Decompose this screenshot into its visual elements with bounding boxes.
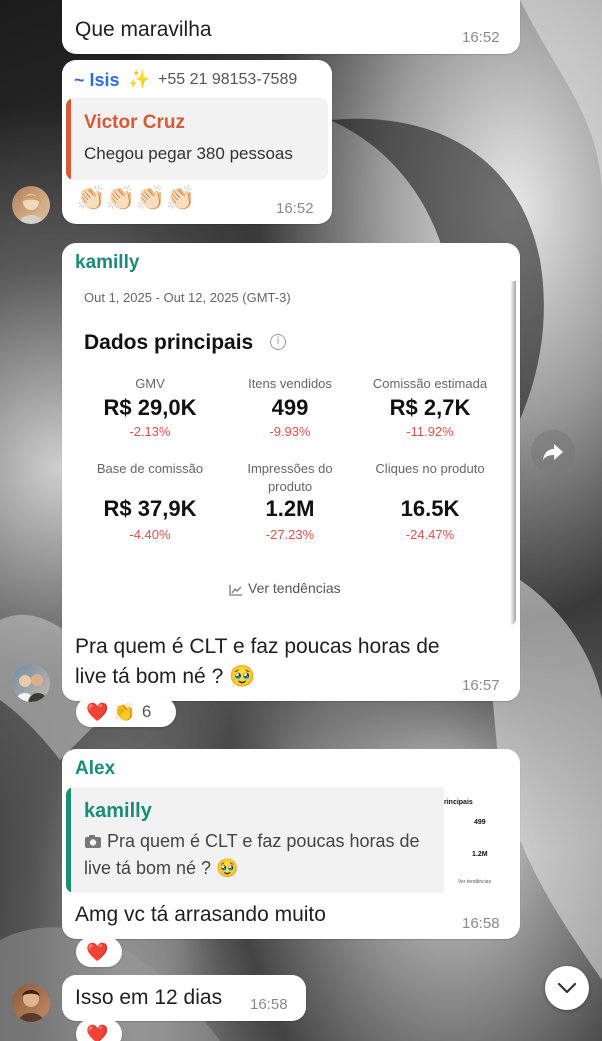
reaction-pill[interactable]: ❤️ 👏 6 bbox=[76, 697, 176, 727]
stat-label: Base de comissão bbox=[96, 461, 204, 476]
avatar-image bbox=[18, 990, 44, 1022]
stat-delta: -11.92% bbox=[406, 424, 454, 439]
message-time: 16:52 bbox=[276, 200, 314, 217]
stat-label: GMV bbox=[135, 376, 165, 391]
trend-link[interactable]: Ver tendências bbox=[248, 580, 341, 596]
message-time: 16:52 bbox=[462, 29, 500, 46]
message-bubble-m4[interactable]: Alex kamilly Pra quem é CLT e faz poucas… bbox=[62, 749, 520, 939]
avatar-image bbox=[19, 194, 43, 224]
quote-author: Victor Cruz bbox=[84, 112, 186, 133]
quote-text: Pra quem é CLT e faz poucas horas de bbox=[107, 831, 420, 851]
message-text: Pra quem é CLT e faz poucas horas de bbox=[75, 635, 440, 658]
quote-thumbnail: rincipais 499 1.2M Ver tendências bbox=[444, 787, 516, 893]
forward-button[interactable] bbox=[531, 430, 575, 474]
thumb-value: 499 bbox=[474, 819, 486, 826]
message-bubble-m2[interactable]: ~ Isis ✨ +55 21 98153-7589 Victor Cruz C… bbox=[62, 60, 332, 224]
sender-phone: +55 21 98153-7589 bbox=[158, 71, 298, 88]
message-text: Amg vc tá arrasando muito bbox=[75, 903, 326, 926]
message-text: 👏🏻👏🏻👏🏻👏🏻 bbox=[76, 185, 196, 212]
reaction-emojis: ❤️ 👏 bbox=[86, 701, 136, 722]
stat-delta: -27.23% bbox=[265, 527, 315, 542]
trend-chart-icon bbox=[229, 585, 242, 596]
quote-bar bbox=[66, 787, 71, 893]
message-text: Que maravilha bbox=[75, 18, 212, 41]
stat-value: R$ 37,9K bbox=[103, 496, 197, 521]
avatar[interactable] bbox=[12, 664, 50, 702]
date-range: Out 1, 2025 - Out 12, 2025 (GMT-3) bbox=[84, 290, 291, 305]
stat-label: Cliques no produto bbox=[375, 461, 485, 476]
stat-value: R$ 29,0K bbox=[103, 395, 197, 420]
stat-delta: -4.40% bbox=[129, 527, 171, 542]
quoted-message[interactable]: Victor Cruz Chegou pegar 380 pessoas bbox=[66, 98, 328, 180]
stat-value: 16.5K bbox=[400, 496, 460, 521]
stat-value: 499 bbox=[271, 395, 309, 420]
message-time: 16:58 bbox=[462, 915, 500, 932]
sparkles-emoji: ✨ bbox=[128, 69, 151, 89]
message-bubble-m5[interactable]: Isso em 12 dias 16:58 bbox=[62, 975, 306, 1021]
info-icon: i bbox=[270, 334, 286, 350]
stat-label: Impressões do produto bbox=[247, 461, 333, 494]
quote-author: kamilly bbox=[84, 800, 152, 822]
chevron-down-icon bbox=[557, 982, 577, 994]
quote-text: Chegou pegar 380 pessoas bbox=[84, 144, 293, 163]
forward-arrow-icon bbox=[543, 444, 563, 460]
scroll-down-button[interactable] bbox=[545, 966, 589, 1010]
quoted-message[interactable]: kamilly Pra quem é CLT e faz poucas hora… bbox=[66, 787, 516, 893]
message-time: 16:58 bbox=[250, 996, 288, 1013]
thumb-link: Ver tendências bbox=[458, 879, 492, 885]
reaction-pill[interactable]: ❤️ bbox=[76, 1019, 122, 1041]
message-bubble-m1[interactable]: Que maravilha 16:52 bbox=[62, 0, 520, 54]
stat-delta: -24.47% bbox=[405, 527, 455, 542]
stat-label: Comissão estimada bbox=[372, 376, 488, 391]
sender-name[interactable]: Alex bbox=[75, 758, 115, 780]
stat-delta: -9.93% bbox=[269, 424, 311, 439]
message-bubble-m3[interactable]: kamilly Out 1, 2025 - Out 12, 2025 (GMT-… bbox=[62, 243, 520, 701]
stat-value: R$ 2,7K bbox=[389, 395, 471, 420]
stat-label: Itens vendidos bbox=[248, 376, 332, 391]
dashboard-title: Dados principais bbox=[84, 331, 254, 354]
reaction-pill[interactable]: ❤️ bbox=[76, 937, 122, 967]
stat-value: 1.2M bbox=[265, 496, 315, 521]
message-text: Isso em 12 dias bbox=[75, 986, 223, 1009]
image-edge-shadow bbox=[510, 281, 516, 625]
sender-name[interactable]: kamilly bbox=[75, 252, 139, 274]
avatar[interactable] bbox=[12, 186, 50, 224]
message-time: 16:57 bbox=[462, 677, 500, 694]
avatar-image bbox=[15, 674, 48, 702]
quote-text: live tá bom né ? 🥹 bbox=[84, 858, 239, 878]
avatar[interactable] bbox=[12, 984, 50, 1022]
screenshot-image[interactable]: Out 1, 2025 - Out 12, 2025 (GMT-3) Dados… bbox=[62, 281, 516, 625]
sender-name[interactable]: ~ Isis bbox=[74, 70, 120, 91]
quote-bar bbox=[66, 98, 71, 180]
reaction-emojis: ❤️ bbox=[86, 941, 109, 962]
reaction-count: 6 bbox=[141, 702, 152, 721]
stat-delta: -2.13% bbox=[129, 424, 171, 439]
camera-icon bbox=[85, 835, 101, 848]
message-text: live tá bom né ? 🥹 bbox=[75, 665, 256, 688]
reaction-emojis: ❤️ bbox=[86, 1023, 109, 1041]
thumb-title: rincipais bbox=[444, 799, 473, 806]
thumb-value: 1.2M bbox=[472, 851, 488, 858]
